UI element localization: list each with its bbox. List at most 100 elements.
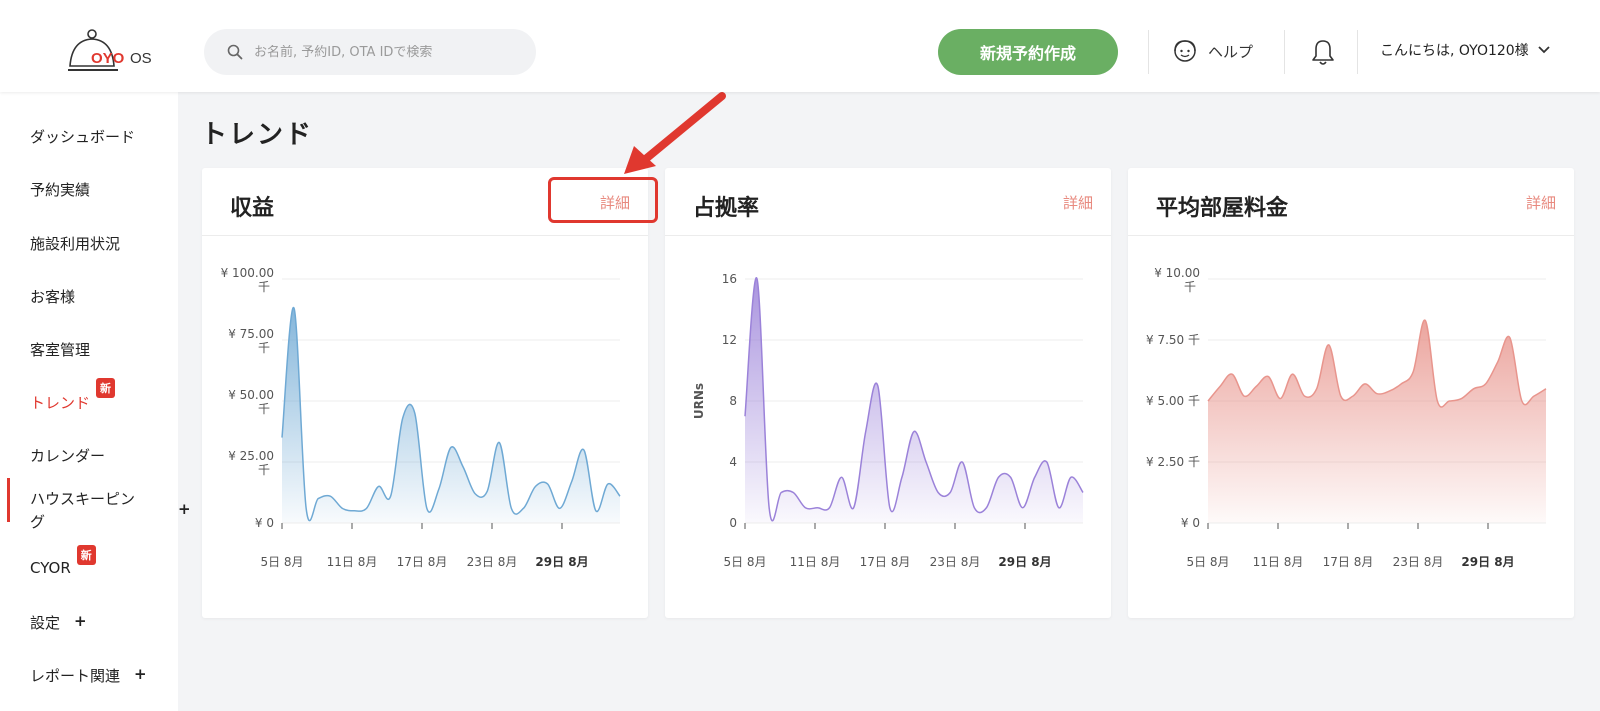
oyo-os-logo[interactable]: OYO OS (66, 26, 162, 78)
sidebar-item-label: 設定 (30, 614, 61, 632)
x-tick-label: 5日 8月 (1186, 555, 1229, 569)
card-title: 収益 (230, 196, 275, 221)
sidebar-item-reports[interactable]: レポート関連 + (30, 665, 147, 686)
active-indicator (7, 478, 10, 522)
x-tick-label: 5日 8月 (260, 555, 303, 569)
sidebar-item-label: CYOR (30, 559, 71, 577)
y-tick-label: ¥ 0 (255, 516, 274, 530)
help-link[interactable]: ヘルプ (1172, 38, 1253, 64)
sidebar-item-label: トレンド (30, 394, 91, 412)
sidebar-item-label: レポート関連 (30, 667, 121, 685)
series-area (745, 277, 1083, 523)
sidebar-item-label: 予約実績 (30, 181, 91, 199)
x-tick-label: 11日 8月 (327, 555, 378, 569)
revenue-chart: ¥ 100.00千¥ 75.00千¥ 50.00千¥ 25.00千¥ 05日 8… (221, 266, 621, 569)
y-tick-label: 16 (722, 272, 737, 286)
y-tick-label: 千 (258, 341, 270, 355)
search-bar[interactable] (204, 29, 536, 75)
occupancy-card: 占拠率 詳細 16 12 8 4 0 5日 8月 11日 8月 17日 8月 23日 8月 29日… (665, 168, 1111, 618)
y-tick-label: ¥ 0 (1181, 516, 1200, 530)
y-tick-label: 千 (258, 463, 270, 477)
search-input[interactable] (254, 44, 524, 60)
user-menu[interactable]: こんにちは, OYO120様 (1380, 40, 1551, 60)
support-agent-icon (1174, 40, 1196, 62)
notifications-button[interactable] (1310, 38, 1336, 70)
divider (1357, 30, 1358, 74)
card-header: 占拠率 詳細 (665, 168, 1111, 236)
detail-link[interactable]: 詳細 (1526, 192, 1556, 213)
revenue-card: 収益 詳細 ¥ 100.00 千 ¥ 75.00 千 ¥ 50.00 千 ¥ 25.00 千 ¥… (202, 168, 648, 618)
card-header: 平均部屋料金 詳細 (1128, 168, 1574, 236)
y-tick-label: ¥ 10.00 (1154, 266, 1200, 280)
new-booking-button[interactable]: 新規予約作成 (938, 29, 1118, 75)
svg-text:OYO: OYO (91, 50, 125, 67)
sidebar-item-room-management[interactable]: 客室管理 (30, 339, 90, 360)
expand-plus-icon[interactable]: + (74, 612, 87, 630)
sidebar-item-label: 施設利用状況 (30, 235, 121, 253)
card-title: 平均部屋料金 (1156, 196, 1289, 221)
x-tick-label: 23日 8月 (1393, 555, 1444, 569)
y-tick-label: ¥ 100.00 (221, 266, 274, 280)
sidebar-item-label: カレンダー (30, 447, 106, 465)
x-tick-label: 17日 8月 (1323, 555, 1374, 569)
bell-icon (1312, 40, 1334, 65)
sidebar-item-label: ハウスキーピン グ (30, 488, 135, 534)
x-tick-label: 29日 8月 (998, 555, 1051, 569)
y-tick-label: ¥ 50.00 (228, 388, 274, 402)
x-tick-label: 23日 8月 (467, 555, 518, 569)
x-tick-label: 29日 8月 (535, 555, 588, 569)
y-tick-label: 千 (258, 280, 270, 294)
sidebar-item-label-line1: ハウスキーピン (30, 490, 136, 508)
sidebar-item-label-line2: グ (30, 513, 46, 531)
sidebar-item-label: ダッシュボード (30, 128, 136, 146)
x-tick-label: 5日 8月 (723, 555, 766, 569)
y-tick-label: ¥ 5.00 千 (1146, 394, 1200, 408)
series-area (1208, 320, 1546, 523)
red-arrow-icon (624, 92, 726, 174)
sidebar-item-dashboard[interactable]: ダッシュボード (30, 126, 135, 147)
y-tick-label: 4 (729, 455, 737, 469)
y-axis-label: URNs (692, 383, 706, 419)
sidebar: ダッシュボード 予約実績 施設利用状況 お客様 客室管理 トレンド 新 カレンダ… (0, 92, 191, 711)
detail-link[interactable]: 詳細 (1063, 192, 1093, 213)
average-rate-chart: ¥ 10.00千 ¥ 7.50 千 ¥ 5.00 千 ¥ 2.50 千 ¥ 0 5日 8月… (1146, 266, 1547, 569)
x-tick-label: 17日 8月 (397, 555, 448, 569)
sidebar-item-calendar[interactable]: カレンダー (30, 445, 105, 466)
y-tick-label: 12 (722, 333, 737, 347)
average-rate-card: 平均部屋料金 詳細 ¥ 10.00 千 ¥ 7.50 千 ¥ 5.00 千 ¥ 2.50… (1128, 168, 1574, 618)
y-tick-label: 8 (729, 394, 737, 408)
sidebar-item-booking-results[interactable]: 予約実績 (30, 179, 90, 200)
new-badge: 新 (76, 545, 96, 565)
sidebar-item-label: 客室管理 (30, 341, 91, 359)
sidebar-item-cyor[interactable]: CYOR 新 (30, 545, 96, 577)
help-label: ヘルプ (1208, 42, 1254, 61)
x-tick-label: 11日 8月 (1253, 555, 1304, 569)
sidebar-item-settings[interactable]: 設定 + (30, 612, 87, 633)
y-tick-label: 千 (258, 402, 270, 416)
new-badge: 新 (96, 378, 116, 398)
card-title: 占拠率 (693, 196, 760, 221)
highlight-box (548, 177, 658, 223)
expand-plus-icon[interactable]: + (134, 665, 147, 683)
occupancy-chart: 16 12 8 4 0 5日 8月 11日 8月 17日 8月 23日 8月 29日 8月 URNs (692, 272, 1084, 569)
chevron-down-icon (1538, 46, 1550, 54)
sidebar-item-housekeeping[interactable]: ハウスキーピン グ + (30, 488, 191, 534)
sidebar-item-label: お客様 (30, 288, 76, 306)
y-tick-label: ¥ 7.50 千 (1146, 333, 1200, 347)
y-tick-label: 0 (729, 516, 737, 530)
expand-plus-icon[interactable]: + (178, 500, 191, 518)
greeting-text: こんにちは, OYO120様 (1380, 43, 1529, 59)
y-tick-label: ¥ 75.00 (228, 327, 274, 341)
sidebar-item-trends[interactable]: トレンド 新 (30, 378, 116, 413)
sidebar-item-facility-usage[interactable]: 施設利用状況 (30, 233, 120, 254)
y-tick-label: ¥ 2.50 千 (1146, 455, 1200, 469)
x-tick-label: 17日 8月 (860, 555, 911, 569)
page-title: トレンド (201, 120, 314, 150)
y-tick-label: ¥ 25.00 (228, 449, 274, 463)
divider (1148, 30, 1149, 74)
y-tick-label: 千 (1184, 280, 1196, 294)
search-icon (227, 44, 243, 60)
sidebar-item-guests[interactable]: お客様 (30, 286, 75, 307)
x-tick-label: 29日 8月 (1461, 555, 1514, 569)
x-tick-label: 11日 8月 (790, 555, 841, 569)
